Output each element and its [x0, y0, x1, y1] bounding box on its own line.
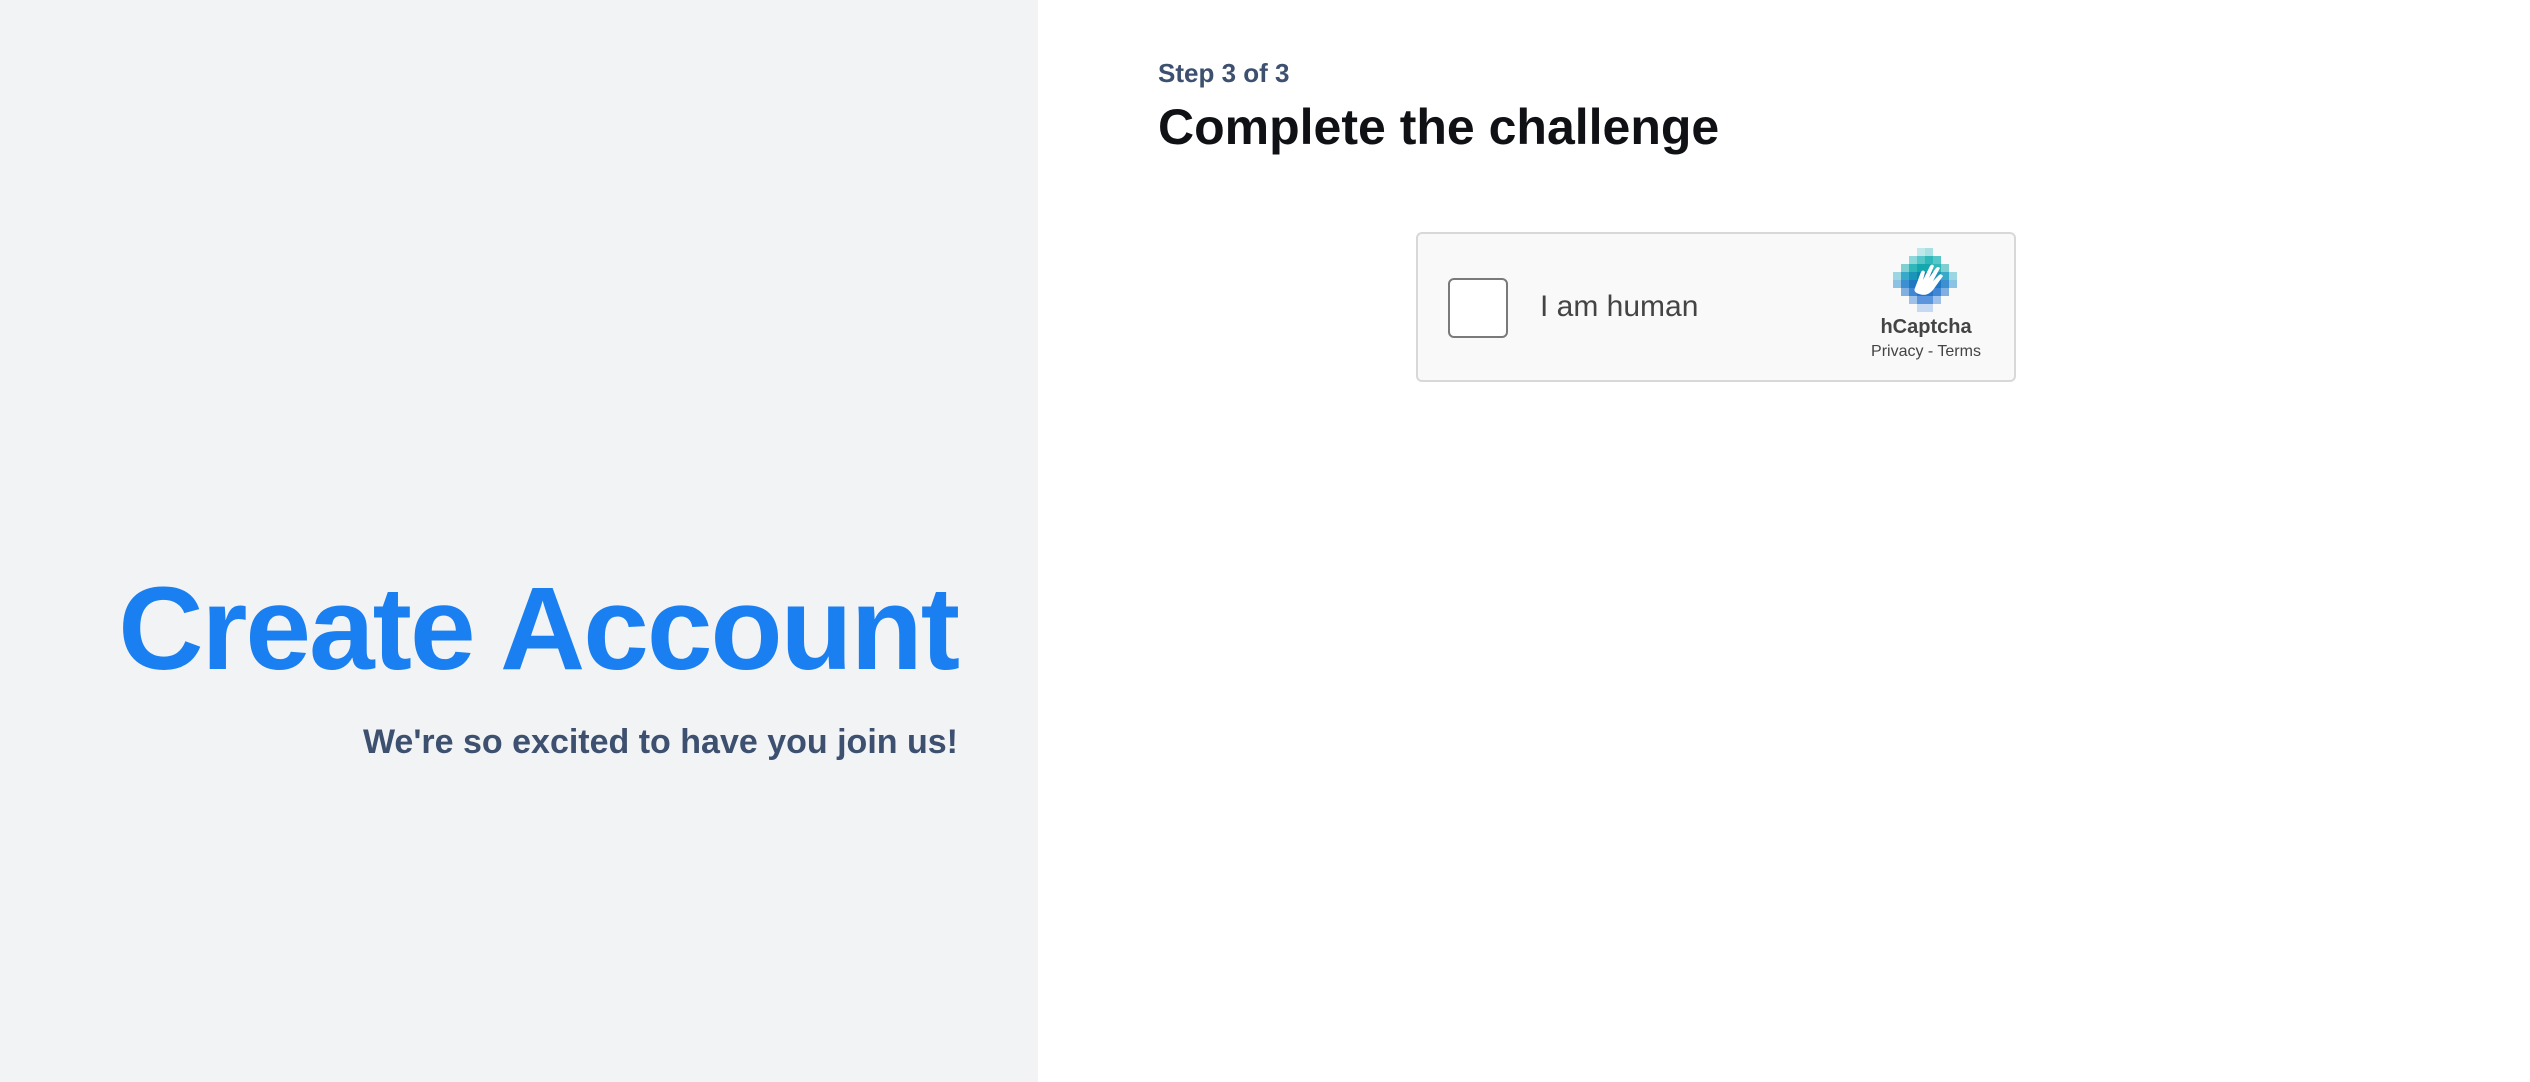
captcha-branding: hCaptcha Privacy - Terms — [1856, 248, 1996, 361]
hero: Create Account We're so excited to have … — [118, 563, 960, 763]
captcha-terms-link[interactable]: Terms — [1937, 343, 1981, 360]
left-panel: Create Account We're so excited to have … — [0, 0, 1038, 1082]
right-panel: Step 3 of 3 Complete the challenge I am … — [1038, 0, 2530, 1082]
step-indicator: Step 3 of 3 — [1158, 58, 1290, 88]
captcha-links: Privacy - Terms — [1856, 343, 1996, 361]
captcha-link-separator: - — [1923, 343, 1938, 360]
hcaptcha-logo-icon — [1893, 248, 1957, 312]
hero-title: Create Account — [118, 563, 960, 695]
captcha-brand-name: hCaptcha — [1880, 316, 1972, 338]
captcha-privacy-link[interactable]: Privacy — [1871, 343, 1923, 360]
captcha-checkbox-label: I am human — [1540, 290, 1699, 323]
captcha-checkbox[interactable] — [1448, 278, 1508, 338]
hero-subtitle: We're so excited to have you join us! — [362, 723, 958, 761]
page-root: Create Account We're so excited to have … — [0, 0, 2530, 1082]
hcaptcha-widget: I am human hCaptcha Privacy - Terms — [1416, 232, 2016, 382]
step-title: Complete the challenge — [1158, 99, 1720, 155]
